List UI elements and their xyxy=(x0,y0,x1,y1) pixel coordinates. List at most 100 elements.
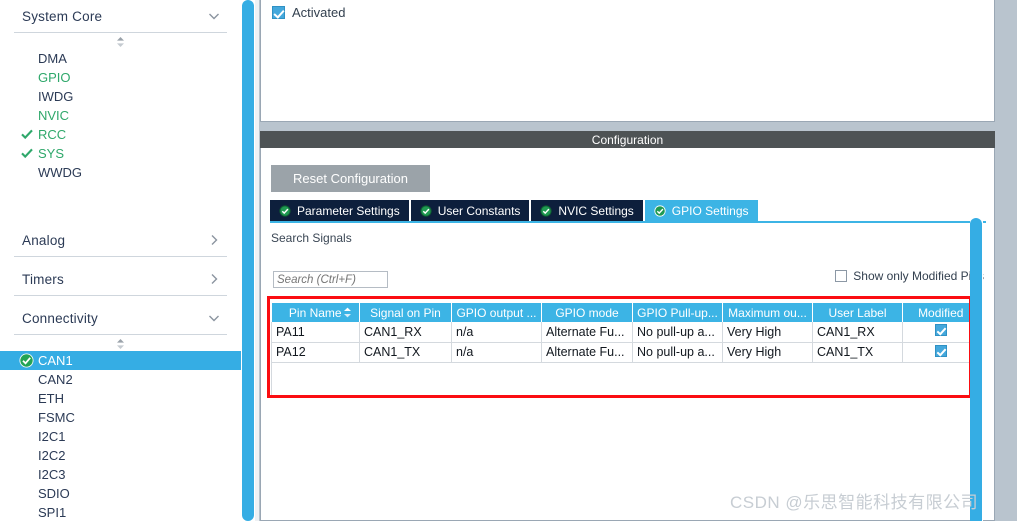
column-header-pin-name[interactable]: Pin Name xyxy=(271,303,360,322)
sidebar-item-wwdg[interactable]: WWDG xyxy=(0,163,241,182)
sidebar-item-label: FSMC xyxy=(38,410,75,425)
tab-parameter-settings[interactable]: Parameter Settings xyxy=(270,200,409,221)
column-header-label: GPIO output ... xyxy=(456,305,537,320)
gpio-pins-table-container: Pin Name Signal on Pin GPIO output ... G… xyxy=(271,303,979,363)
cell-maximum-output: Very High xyxy=(722,322,813,343)
sidebar-scrollbar[interactable] xyxy=(241,0,255,521)
activated-checkbox-row[interactable]: Activated xyxy=(261,0,994,22)
sidebar-section-title: Timers xyxy=(22,271,64,287)
sidebar-item-label: NVIC xyxy=(38,108,70,123)
tab-nvic-settings[interactable]: NVIC Settings xyxy=(531,200,643,221)
gpio-pins-table: Pin Name Signal on Pin GPIO output ... G… xyxy=(271,303,979,363)
tab-underline xyxy=(270,221,986,223)
sidebar-item-fsmc[interactable]: FSMC xyxy=(0,408,241,427)
sidebar-item-dma[interactable]: DMA xyxy=(0,49,241,68)
sidebar-item-iwdg[interactable]: IWDG xyxy=(0,87,241,106)
table-empty-area xyxy=(271,363,978,396)
sort-arrows-icon xyxy=(117,37,124,47)
cell-gpio-output: n/a xyxy=(451,342,542,363)
sidebar-item-can1[interactable]: CAN1 xyxy=(0,351,241,370)
check-circle-icon xyxy=(654,204,666,217)
show-only-modified-pins-label: Show only Modified Pins xyxy=(853,269,984,283)
tab-label: Parameter Settings xyxy=(297,203,400,218)
configuration-scrollbar-thumb[interactable] xyxy=(970,218,982,521)
table-row[interactable]: PA12 CAN1_TX n/a Alternate Fu... No pull… xyxy=(271,342,979,363)
cell-gpio-pullup: No pull-up a... xyxy=(632,342,723,363)
column-header-modified[interactable]: Modified xyxy=(902,303,979,322)
sidebar-item-eth[interactable]: ETH xyxy=(0,389,241,408)
configuration-title-bar: Configuration xyxy=(260,131,995,148)
table-row[interactable]: PA11 CAN1_RX n/a Alternate Fu... No pull… xyxy=(271,322,979,343)
sidebar-section-analog[interactable]: Analog xyxy=(14,224,227,257)
search-signals-label: Search Signals xyxy=(271,231,352,245)
sidebar-scroll-spinner-top[interactable] xyxy=(0,33,241,49)
column-header-user-label[interactable]: User Label xyxy=(812,303,903,322)
sidebar-scrollbar-thumb[interactable] xyxy=(242,0,254,521)
sidebar-list-connectivity: CAN1 CAN2 ETH FSMC I2C1 I2C2 I2C3 SDIO S… xyxy=(0,351,241,521)
search-input[interactable] xyxy=(273,271,388,288)
column-header-label: Modified xyxy=(918,305,964,320)
sidebar-item-i2c2[interactable]: I2C2 xyxy=(0,446,241,465)
cell-user-label: CAN1_TX xyxy=(812,342,903,363)
column-header-label: GPIO mode xyxy=(555,305,619,320)
activated-checkbox[interactable] xyxy=(272,6,285,19)
sidebar-item-label: GPIO xyxy=(38,70,71,85)
configuration-title: Configuration xyxy=(591,132,664,147)
column-header-label: Pin Name xyxy=(288,305,342,320)
column-header-maximum-output[interactable]: Maximum ou... xyxy=(722,303,813,322)
sidebar-section-title: Analog xyxy=(22,232,66,248)
reset-configuration-button[interactable]: Reset Configuration xyxy=(271,165,430,192)
column-header-signal-on-pin[interactable]: Signal on Pin xyxy=(359,303,452,322)
check-circle-icon xyxy=(420,204,432,217)
sidebar-item-sdio[interactable]: SDIO xyxy=(0,484,241,503)
sidebar-section-timers[interactable]: Timers xyxy=(14,263,227,296)
sidebar-list-system-core: DMA GPIO IWDG NVIC RCC SYS WWDG xyxy=(0,49,241,182)
sidebar-item-label: WWDG xyxy=(38,165,83,180)
show-only-modified-pins-row[interactable]: Show only Modified Pins xyxy=(835,269,984,283)
sidebar-item-label: I2C1 xyxy=(38,429,66,444)
cell-gpio-mode: Alternate Fu... xyxy=(541,342,633,363)
sidebar-item-label: SDIO xyxy=(38,486,70,501)
sidebar-item-label: ETH xyxy=(38,391,64,406)
configuration-body: Reset Configuration Parameter Settings U… xyxy=(260,148,995,521)
chevron-right-icon xyxy=(207,272,221,286)
cell-pin-name: PA11 xyxy=(271,322,360,343)
tab-label: NVIC Settings xyxy=(558,203,634,218)
check-circle-icon xyxy=(19,353,34,368)
show-only-modified-pins-checkbox[interactable] xyxy=(835,270,848,282)
sidebar-item-sys[interactable]: SYS xyxy=(0,144,241,163)
tab-gpio-settings[interactable]: GPIO Settings xyxy=(644,200,758,221)
modified-checkbox[interactable] xyxy=(934,324,947,337)
sidebar-section-title: Connectivity xyxy=(22,310,98,326)
sidebar-item-label: CAN2 xyxy=(38,372,73,387)
cell-modified[interactable] xyxy=(902,342,979,363)
sidebar-item-rcc[interactable]: RCC xyxy=(0,125,241,144)
cell-pin-name: PA12 xyxy=(271,342,360,363)
sidebar-section-connectivity[interactable]: Connectivity xyxy=(14,302,227,335)
sidebar-item-i2c1[interactable]: I2C1 xyxy=(0,427,241,446)
sidebar-item-can2[interactable]: CAN2 xyxy=(0,370,241,389)
sidebar-scroll-spinner-connectivity[interactable] xyxy=(0,335,241,351)
column-header-label: Maximum ou... xyxy=(728,305,807,320)
sidebar-item-nvic[interactable]: NVIC xyxy=(0,106,241,125)
cell-signal-on-pin: CAN1_TX xyxy=(359,342,452,363)
activated-label: Activated xyxy=(292,5,346,20)
tab-user-constants[interactable]: User Constants xyxy=(410,200,530,221)
watermark-text: CSDN @乐思智能科技有限公司 xyxy=(730,493,979,512)
tab-label: GPIO Settings xyxy=(671,203,749,218)
check-circle-icon xyxy=(540,204,553,217)
column-header-gpio-mode[interactable]: GPIO mode xyxy=(541,303,633,322)
column-header-label: Signal on Pin xyxy=(370,305,441,320)
configuration-scrollbar[interactable] xyxy=(970,218,983,521)
sidebar-item-spi1[interactable]: SPI1 xyxy=(0,503,241,521)
sidebar-item-i2c3[interactable]: I2C3 xyxy=(0,465,241,484)
sidebar-item-label: SPI1 xyxy=(38,505,67,520)
sidebar-section-system-core[interactable]: System Core xyxy=(14,0,227,33)
cell-modified[interactable] xyxy=(902,322,979,343)
sort-arrows-icon xyxy=(117,339,124,349)
column-header-gpio-output[interactable]: GPIO output ... xyxy=(451,303,542,322)
sidebar-item-gpio[interactable]: GPIO xyxy=(0,68,241,87)
modified-checkbox[interactable] xyxy=(934,344,947,357)
column-header-gpio-pullup[interactable]: GPIO Pull-up... xyxy=(632,303,723,322)
sidebar-item-label: I2C3 xyxy=(38,467,66,482)
